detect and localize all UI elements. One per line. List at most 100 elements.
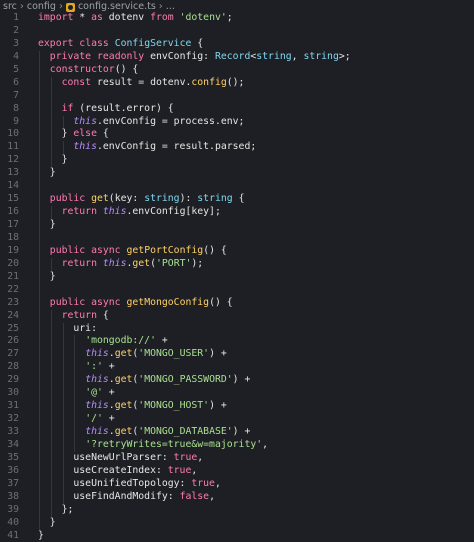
code-line[interactable]: 16 return this.envConfig[key]; [0,206,474,219]
code-line[interactable]: 32 '/' + [0,413,474,426]
code-line[interactable]: 20 return this.get('PORT'); [0,257,474,271]
code-token: ; [226,12,233,23]
code-line[interactable]: 15 public get(key: string): string { [0,193,474,207]
code-line[interactable]: 19 public async getPortConfig() { [0,244,474,258]
code-token: string [256,50,292,62]
indent-guide [39,322,40,336]
indent-guide [39,257,40,271]
code-line[interactable]: 2 [0,25,474,38]
line-number: 9 [13,115,19,127]
indent-guide [39,283,40,297]
code-token: 'MONGO_HOST' [138,400,210,412]
indent-guide [50,154,52,168]
code-line[interactable]: 9 this.envConfig = process.env; [0,115,474,129]
code-line[interactable]: 1 import * as dotenv from 'dotenv'; [0,12,474,25]
code-token: 'MONGO_USER' [138,348,210,360]
indent-guide [50,490,52,504]
code-line[interactable]: 14 [0,180,474,194]
code-token: getPortConfig [126,244,204,256]
code-line[interactable]: 10 } else { [0,128,474,142]
code-line[interactable]: 39 }; [0,503,474,517]
code-line[interactable]: 3 export class ConfigService { [0,38,474,51]
indent-guide [50,361,52,375]
indent-guide [62,490,64,504]
code-line[interactable]: 7 [0,89,474,103]
line-number: 5 [13,63,19,75]
code-line[interactable]: 24 return { [0,309,474,323]
indent-guide [74,335,76,349]
code-token: } [38,516,56,528]
code-line[interactable]: 31 this.get('MONGO_HOST') + [0,400,474,414]
code-token: .envConfig = result.parsed; [96,141,257,153]
indent-guide [74,361,76,375]
code-line[interactable]: 27 this.get('MONGO_USER') + [0,348,474,362]
line-number: 21 [7,270,19,282]
indent-guide [50,464,52,478]
code-line[interactable]: 17 } [0,219,474,232]
code-line[interactable]: 18 [0,231,474,245]
code-token: public [49,244,86,256]
code-line[interactable]: 38 useFindAndModify: false, [0,490,474,504]
code-line[interactable]: 29 this.get('MONGO_PASSWORD') + [0,374,474,388]
code-token: config [191,76,227,88]
indent-guide [39,516,40,530]
code-token: * [73,12,92,23]
code-line[interactable]: 22 [0,283,474,297]
code-line[interactable]: 26 'mongodb://' + [0,335,474,349]
code-line[interactable]: 36 useCreateIndex: true, [0,464,474,478]
code-token: (result.error) { [73,102,174,114]
indent-guide [39,219,40,232]
code-line[interactable]: 33 this.get('MONGO_DATABASE') + [0,426,474,439]
code-line[interactable]: 5 constructor() { [0,63,474,77]
indent-guide [39,206,40,219]
code-line[interactable]: 23 public async getMongoConfig() { [0,296,474,310]
code-line[interactable]: 37 useUnifiedTopology: true, [0,477,474,491]
line-number: 20 [7,257,19,269]
code-line[interactable]: 30 '@' + [0,387,474,401]
indent-guide [62,322,64,336]
code-editor[interactable]: src › config › config.service.ts › ... 1… [0,0,474,542]
indent-guide [62,451,64,465]
indent-guide [39,154,40,168]
code-line[interactable]: 6 const result = dotenv.config(); [0,76,474,90]
line-number: 7 [13,89,19,101]
code-line[interactable]: 28 ':' + [0,361,474,375]
indent-guide [50,76,52,90]
indent-guide [39,503,40,517]
line-number: 15 [7,193,19,205]
indent-guide [74,438,76,452]
code-line[interactable]: 25 uri: [0,322,474,336]
code-token: 'PORT' [156,257,192,269]
code-line[interactable]: 40 } [0,516,474,530]
code-line[interactable]: 11 this.envConfig = result.parsed; [0,141,474,155]
code-line[interactable]: 34 '?retryWrites=true&w=majority', [0,438,474,452]
code-token: this [73,115,97,127]
code-line[interactable]: 21 } [0,270,474,284]
code-line[interactable]: 8 if (result.error) { [0,102,474,116]
code-area[interactable]: 1 import * as dotenv from 'dotenv'; 2 3 expo… [0,12,474,542]
code-token: (key: [108,193,145,205]
indent-guide [50,141,52,155]
line-number: 17 [7,219,19,230]
indent-guide [39,296,40,310]
code-line[interactable]: 41} [0,530,474,542]
code-line[interactable]: 35 useNewUrlParser: true, [0,451,474,465]
indent-guide [62,438,64,452]
code-line[interactable]: 4 private readonly envConfig: Record<str… [0,50,474,64]
line-number: 18 [7,231,19,243]
code-token: public [49,193,86,205]
code-token: ) + [232,426,251,437]
indent-guide [39,193,40,207]
code-line[interactable]: 12 } [0,154,474,168]
line-number: 24 [7,309,19,321]
line-number: 2 [13,24,19,36]
code-line[interactable]: 13 } [0,167,474,181]
